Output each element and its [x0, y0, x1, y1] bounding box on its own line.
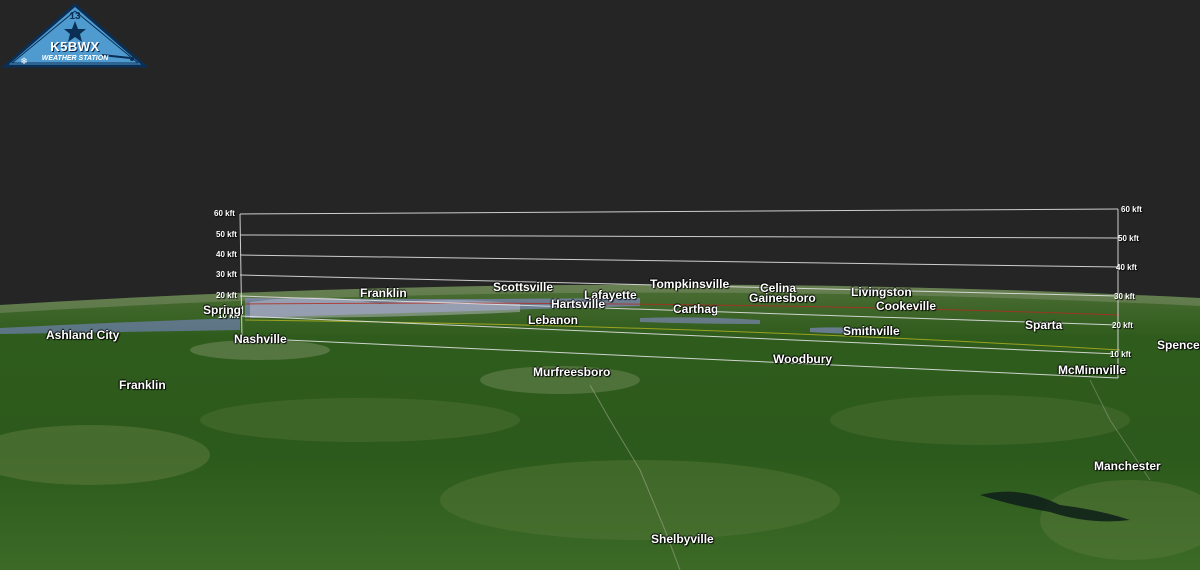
svg-text:13: 13 [69, 11, 81, 22]
city-label-cookeville: Cookeville [876, 299, 937, 313]
city-label-murfreesboro: Murfreesboro [533, 365, 611, 379]
altitude-label-right: 20 kft [1112, 321, 1133, 330]
city-label-springfield: Springfield [203, 303, 243, 317]
city-label-nashville: Nashville [234, 332, 287, 346]
city-label-franklin: Franklin [119, 378, 166, 392]
altitude-label-left: 50 kft [216, 230, 237, 239]
city-label-carthage: Carthage [673, 302, 717, 316]
altitude-label-right: 30 kft [1114, 292, 1135, 301]
city-label-hartsville: Hartsville [551, 297, 606, 311]
altitude-label-left: 30 kft [216, 270, 237, 279]
altitude-grid [239, 208, 1119, 379]
city-label-manchester: Manchester [1094, 459, 1161, 473]
city-label-gainesboro: Gainesboro [749, 291, 816, 305]
city-label-smithville: Smithville [843, 324, 900, 338]
city-label-ashland-city: Ashland City [46, 328, 120, 342]
city-label-sparta: Sparta [1025, 318, 1063, 332]
city-label-spencer: Spencer [1157, 338, 1200, 352]
altitude-label-right: 10 kft [1110, 350, 1131, 359]
altitude-label-right: 60 kft [1121, 205, 1142, 214]
altitude-label-left: 40 kft [216, 250, 237, 259]
logo-subtitle: WEATHER STATION [41, 55, 109, 62]
city-label-mcminnville: McMinnville [1058, 363, 1127, 377]
logo-callsign: K5BWX [50, 39, 100, 54]
altitude-label-left: 20 kft [216, 291, 237, 300]
city-label-lebanon: Lebanon [528, 313, 578, 327]
k5bwx-logo: 13 ❄ K5BWX WEATHER STATION [0, 3, 150, 69]
altitude-label-right: 50 kft [1118, 234, 1139, 243]
altitude-label-left: 60 kft [214, 209, 235, 218]
altitude-label-right: 40 kft [1116, 263, 1137, 272]
city-label-franklin-ky: Franklin [360, 286, 407, 300]
city-label-shelbyville: Shelbyville [651, 532, 714, 546]
city-label-tompkinsville: Tompkinsville [650, 277, 730, 291]
city-label-scottsville: Scottsville [493, 280, 554, 294]
city-label-livingston: Livingston [851, 285, 912, 299]
city-label-woodbury: Woodbury [773, 352, 833, 366]
